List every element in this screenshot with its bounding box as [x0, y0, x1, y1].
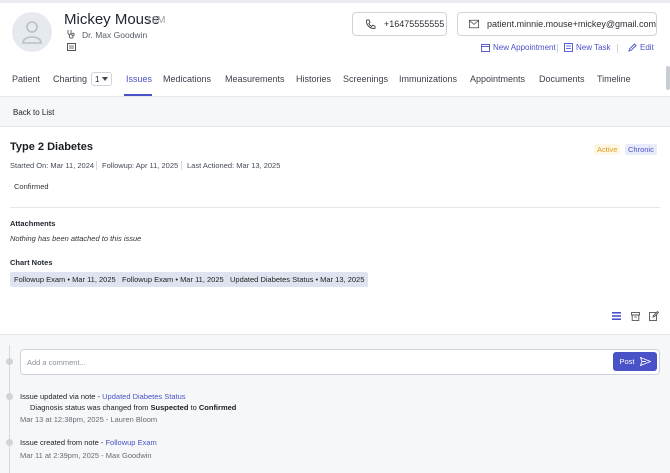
timeline-dot — [6, 358, 13, 365]
tab-screenings[interactable]: Screenings — [343, 74, 388, 84]
tab-issues[interactable]: Issues — [126, 74, 152, 84]
edit-label: Edit — [640, 43, 654, 52]
phone-icon — [366, 19, 376, 29]
detail-to: Confirmed — [198, 403, 237, 412]
timeline-entry-title: Issue updated via note - Updated Diabete… — [20, 392, 186, 401]
charting-select[interactable]: 1 — [91, 72, 112, 86]
chart-note-chip[interactable]: Followup Exam • Mar 11, 2025 — [10, 272, 120, 287]
tab-timeline[interactable]: Timeline — [597, 74, 631, 84]
detail-prefix: Diagnosis status was changed from — [30, 403, 151, 412]
new-task-label: New Task — [576, 43, 611, 52]
list-icon — [611, 312, 621, 320]
id-card-icon[interactable] — [67, 43, 76, 51]
post-label: Post — [619, 357, 635, 366]
section-divider — [10, 207, 660, 208]
meta-divider — [96, 161, 97, 170]
user-avatar-icon — [22, 21, 42, 44]
edit-icon — [628, 43, 637, 52]
chevron-down-icon — [102, 77, 109, 81]
timeline-dot — [6, 393, 13, 400]
send-icon — [639, 357, 651, 366]
back-bar — [0, 97, 670, 127]
diagnosis-status: Confirmed — [14, 182, 49, 191]
timeline-entry-prefix: Issue updated via note - — [20, 392, 103, 401]
back-to-list-button[interactable]: Back to List — [13, 108, 54, 117]
new-task-link[interactable]: New Task — [564, 43, 611, 52]
attachments-heading: Attachments — [10, 219, 56, 228]
chart-note-chip[interactable]: Followup Exam • Mar 11, 2025 — [118, 272, 228, 287]
post-button[interactable]: Post — [613, 352, 657, 371]
mail-icon — [469, 19, 480, 29]
attachments-empty: Nothing has been attached to this issue — [10, 234, 142, 243]
timeline-entry-meta: Mar 11 at 2:39pm, 2025 - Max Goodwin — [20, 451, 152, 460]
archive-icon — [630, 311, 640, 321]
edit-note-icon — [649, 311, 659, 321]
comment-placeholder: Add a comment... — [27, 358, 86, 367]
meta-divider — [181, 161, 182, 170]
status-badge: Active — [594, 144, 621, 155]
patient-age: 16M — [146, 15, 166, 26]
phone-number: +16475555555 — [384, 19, 445, 29]
timeline-entry-title: Issue created from note - Followup Exam — [20, 438, 157, 447]
edit-link[interactable]: Edit — [628, 43, 654, 52]
archive-button[interactable] — [629, 310, 641, 322]
timeline-entry-detail: Diagnosis status was changed from Suspec… — [30, 403, 236, 412]
detail-mid: to — [188, 403, 199, 412]
list-view-button[interactable] — [610, 310, 622, 322]
doctor-name: Dr. Max Goodwin — [82, 30, 148, 40]
chart-note-chip[interactable]: Updated Diabetes Status • Mar 13, 2025 — [226, 272, 369, 287]
stethoscope-icon — [67, 30, 75, 39]
top-border — [0, 0, 670, 3]
calendar-icon — [481, 44, 490, 52]
issue-followup: Followup: Apr 11, 2025 — [102, 161, 179, 170]
email-address: patient.minnie.mouse+mickey@gmail.com — [487, 19, 656, 29]
tab-measurements[interactable]: Measurements — [225, 74, 285, 84]
avatar — [12, 12, 52, 52]
timeline-entry-meta: Mar 13 at 12:38pm, 2025 - Lauren Bloom — [20, 415, 158, 424]
tab-immunizations[interactable]: Immunizations — [399, 74, 457, 84]
edit-issue-button[interactable] — [648, 310, 660, 322]
type-badge: Chronic — [625, 144, 657, 155]
issue-last-actioned: Last Actioned: Mar 13, 2025 — [187, 161, 281, 170]
issue-title: Type 2 Diabetes — [10, 141, 93, 153]
timeline-entry-link[interactable]: Followup Exam — [105, 438, 156, 447]
tab-histories[interactable]: Histories — [296, 74, 331, 84]
tab-appointments[interactable]: Appointments — [470, 74, 525, 84]
action-divider — [557, 44, 558, 53]
timeline-entry-prefix: Issue created from note - — [20, 438, 106, 447]
timeline-entry-link[interactable]: Updated Diabetes Status — [102, 392, 185, 401]
tabs-scrollbar[interactable] — [666, 66, 670, 90]
timeline-dot — [6, 439, 13, 446]
new-appointment-link[interactable]: New Appointment — [481, 43, 556, 52]
tab-charting[interactable]: Charting — [53, 74, 87, 84]
comment-input[interactable] — [20, 349, 660, 375]
charting-select-value: 1 — [95, 74, 100, 84]
phone-button[interactable]: +16475555555 — [352, 12, 447, 36]
chart-notes-heading: Chart Notes — [10, 258, 53, 267]
action-divider — [617, 44, 618, 53]
issue-started: Started On: Mar 11, 2024 — [10, 161, 95, 170]
tab-medications[interactable]: Medications — [163, 74, 211, 84]
email-button[interactable]: patient.minnie.mouse+mickey@gmail.com — [457, 12, 657, 36]
tab-documents[interactable]: Documents — [539, 74, 585, 84]
tab-patient[interactable]: Patient — [12, 74, 40, 84]
task-icon — [564, 43, 573, 52]
detail-from: Suspected — [150, 403, 189, 412]
new-appointment-label: New Appointment — [493, 43, 556, 52]
